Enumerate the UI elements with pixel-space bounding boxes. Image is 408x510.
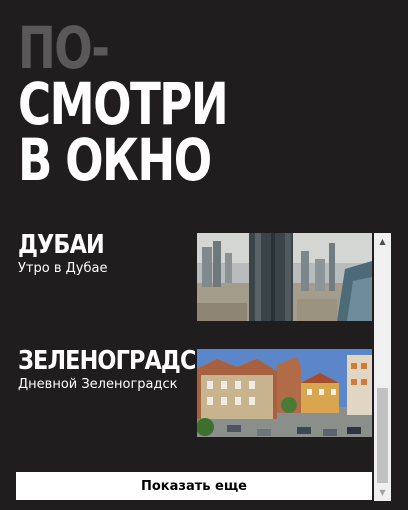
item-name[interactable]: ЗЕЛЕНОГРАДСК [18, 346, 214, 376]
scroll-up-arrow-icon[interactable]: ▲ [374, 233, 391, 250]
scrollbar-thumb[interactable] [377, 388, 388, 483]
item-subtitle: Утро в Дубае [18, 261, 108, 276]
item-subtitle: Дневной Зеленоградск [18, 377, 178, 392]
scroll-down-arrow-icon[interactable]: ▼ [374, 484, 391, 501]
dubai-photo[interactable] [197, 233, 372, 321]
zelenogradsk-photo[interactable] [197, 349, 372, 437]
city-list: ДУБАИ Утро в Дубае ЗЕЛЕНОГРАДСК Дневной … [0, 230, 374, 490]
list-scrollbar[interactable]: ▲ ▼ [374, 233, 391, 501]
show-more-button[interactable]: Показать еще [16, 472, 372, 500]
title-line-1: ПО- [18, 14, 110, 82]
title-line-2: СМОТРИ [18, 70, 229, 138]
item-name[interactable]: ДУБАИ [18, 230, 105, 260]
title-line-3: В ОКНО [18, 126, 212, 194]
page-title: ПО- СМОТРИ В ОКНО [18, 14, 229, 194]
